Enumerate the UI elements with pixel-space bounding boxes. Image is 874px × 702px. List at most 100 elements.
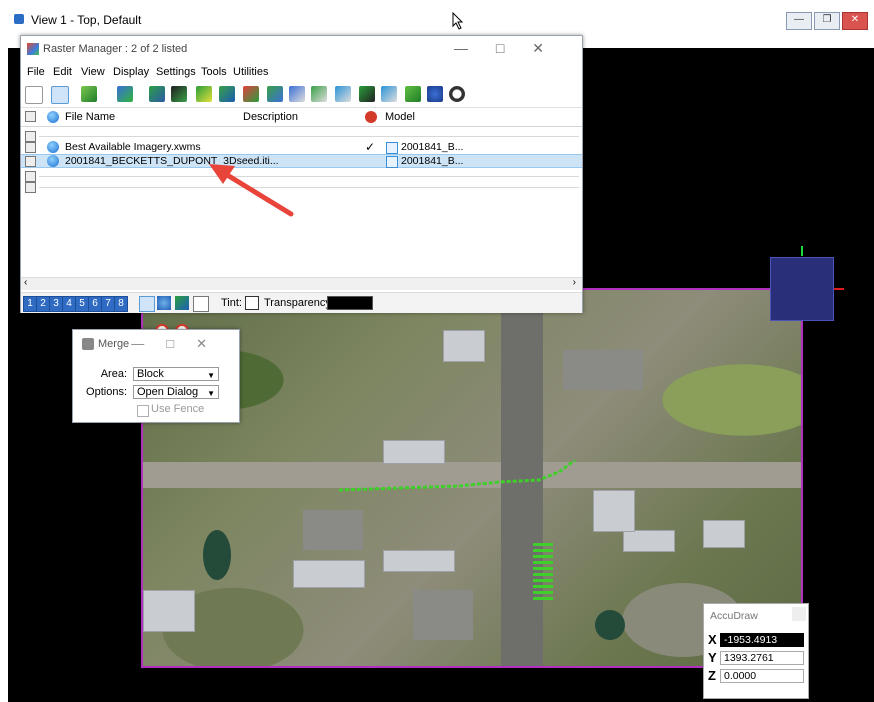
tint-checkbox[interactable] <box>245 296 259 310</box>
raster-manager-icon <box>27 43 39 55</box>
attach-raster-icon[interactable] <box>81 86 97 102</box>
georeference-icon[interactable] <box>427 86 443 102</box>
row-select-icon[interactable] <box>25 171 36 182</box>
tree-view-icon[interactable] <box>25 86 43 104</box>
print-icon[interactable] <box>139 296 155 312</box>
merge-dialog: Merge —□✕ Area: Block ▼ Options: Open Di… <box>72 329 240 423</box>
raster-manager-titlebar[interactable]: Raster Manager : 2 of 2 listed —□✕ <box>21 36 582 62</box>
detach-raster-icon[interactable] <box>171 86 187 102</box>
row-select-icon[interactable] <box>25 156 36 167</box>
pond <box>595 610 625 640</box>
warp-raster-icon[interactable] <box>335 86 351 102</box>
grid-icon[interactable] <box>193 296 209 312</box>
tint-label: Tint: <box>221 297 242 309</box>
raster-manager-window-controls[interactable]: —□✕ <box>454 40 572 57</box>
view-2-button[interactable]: 2 <box>36 296 50 312</box>
parking-lot <box>413 590 473 640</box>
close-button[interactable]: ✕ <box>842 12 868 30</box>
column-description[interactable]: Description <box>243 111 298 123</box>
building <box>143 590 195 632</box>
restore-button[interactable]: ❐ <box>814 12 840 30</box>
model-name: 2001841_B... <box>401 141 464 153</box>
minimize-button[interactable]: — <box>786 12 812 30</box>
reload-raster-icon[interactable] <box>196 86 212 102</box>
y-axis-label: Y <box>708 650 717 665</box>
rotate-raster-icon[interactable] <box>311 86 327 102</box>
globe-icon <box>47 141 59 153</box>
menu-tools[interactable]: Tools <box>201 66 227 78</box>
y-value-field[interactable]: 1393.2761 <box>720 651 804 665</box>
column-model[interactable]: Model <box>385 111 415 123</box>
pond <box>203 530 231 580</box>
menu-utilities[interactable]: Utilities <box>233 66 268 78</box>
options-select[interactable]: Open Dialog ▼ <box>133 385 219 399</box>
menu-view[interactable]: View <box>81 66 105 78</box>
globe-icon <box>47 111 59 123</box>
chevron-down-icon: ▼ <box>207 389 215 398</box>
globe-display-icon[interactable] <box>157 296 171 310</box>
x-value-field[interactable]: -1953.4913 <box>720 633 804 647</box>
compass-x-axis <box>834 288 844 290</box>
list-header: File Name Description Model <box>21 108 582 127</box>
chevron-down-icon: ▼ <box>207 371 215 380</box>
building <box>623 530 675 552</box>
list-view-icon[interactable] <box>51 86 69 104</box>
view-title: View 1 - Top, Default <box>31 13 142 27</box>
layer-icon[interactable] <box>175 296 189 310</box>
display-raster-icon[interactable] <box>243 86 259 102</box>
scroll-right-icon[interactable]: › <box>573 277 576 288</box>
accudraw-close-button[interactable] <box>792 607 806 621</box>
open-raster-icon[interactable] <box>117 86 133 102</box>
compass-y-axis <box>801 246 803 256</box>
transparency-label: Transparency: <box>264 297 334 309</box>
clip-raster-icon[interactable] <box>381 86 397 102</box>
contrast-icon[interactable] <box>449 86 465 102</box>
menu-settings[interactable]: Settings <box>156 66 196 78</box>
scale-raster-icon[interactable] <box>289 86 305 102</box>
header-select-icon[interactable] <box>25 111 36 122</box>
model-icon <box>386 156 398 168</box>
view-5-button[interactable]: 5 <box>75 296 89 312</box>
mirror-raster-icon[interactable] <box>359 86 375 102</box>
view-7-button[interactable]: 7 <box>101 296 115 312</box>
row-select-icon[interactable] <box>25 182 36 193</box>
scroll-left-icon[interactable]: ‹ <box>24 277 27 288</box>
view-1-button[interactable]: 1 <box>23 296 37 312</box>
building <box>593 490 635 532</box>
column-file-name[interactable]: File Name <box>65 111 115 123</box>
menubar: File Edit View Display Settings Tools Ut… <box>21 64 582 82</box>
table-row[interactable]: Best Available Imagery.xwms ✓ 2001841_B.… <box>21 140 582 154</box>
options-label: Options: <box>86 386 127 398</box>
area-value: Block <box>137 368 164 380</box>
globe-icon <box>47 155 59 167</box>
row-select-icon[interactable] <box>25 142 36 153</box>
z-axis-label: Z <box>708 668 716 683</box>
merge-raster-icon[interactable] <box>405 86 421 102</box>
z-value-field[interactable]: 0.0000 <box>720 669 804 683</box>
building <box>383 550 455 572</box>
raster-toolbar <box>21 83 582 108</box>
merge-window-controls[interactable]: —□✕ <box>131 336 229 352</box>
mouse-pointer-icon <box>452 12 464 30</box>
save-raster-icon[interactable] <box>149 86 165 102</box>
transparency-color[interactable] <box>327 296 373 310</box>
building <box>293 560 365 588</box>
horizontal-scrollbar[interactable]: ‹ › <box>21 277 582 290</box>
column-status-icon[interactable] <box>365 111 377 123</box>
view-6-button[interactable]: 6 <box>88 296 102 312</box>
separator <box>39 176 579 177</box>
view-3-button[interactable]: 3 <box>49 296 63 312</box>
move-raster-icon[interactable] <box>267 86 283 102</box>
building <box>703 520 745 548</box>
separator <box>39 187 579 188</box>
menu-edit[interactable]: Edit <box>53 66 72 78</box>
exchange-raster-icon[interactable] <box>219 86 235 102</box>
view-8-button[interactable]: 8 <box>114 296 128 312</box>
use-fence-checkbox[interactable] <box>137 405 149 417</box>
x-axis-label: X <box>708 632 717 647</box>
menu-file[interactable]: File <box>27 66 45 78</box>
use-fence-label: Use Fence <box>151 403 205 415</box>
menu-display[interactable]: Display <box>113 66 149 78</box>
view-4-button[interactable]: 4 <box>62 296 76 312</box>
area-select[interactable]: Block ▼ <box>133 367 219 381</box>
